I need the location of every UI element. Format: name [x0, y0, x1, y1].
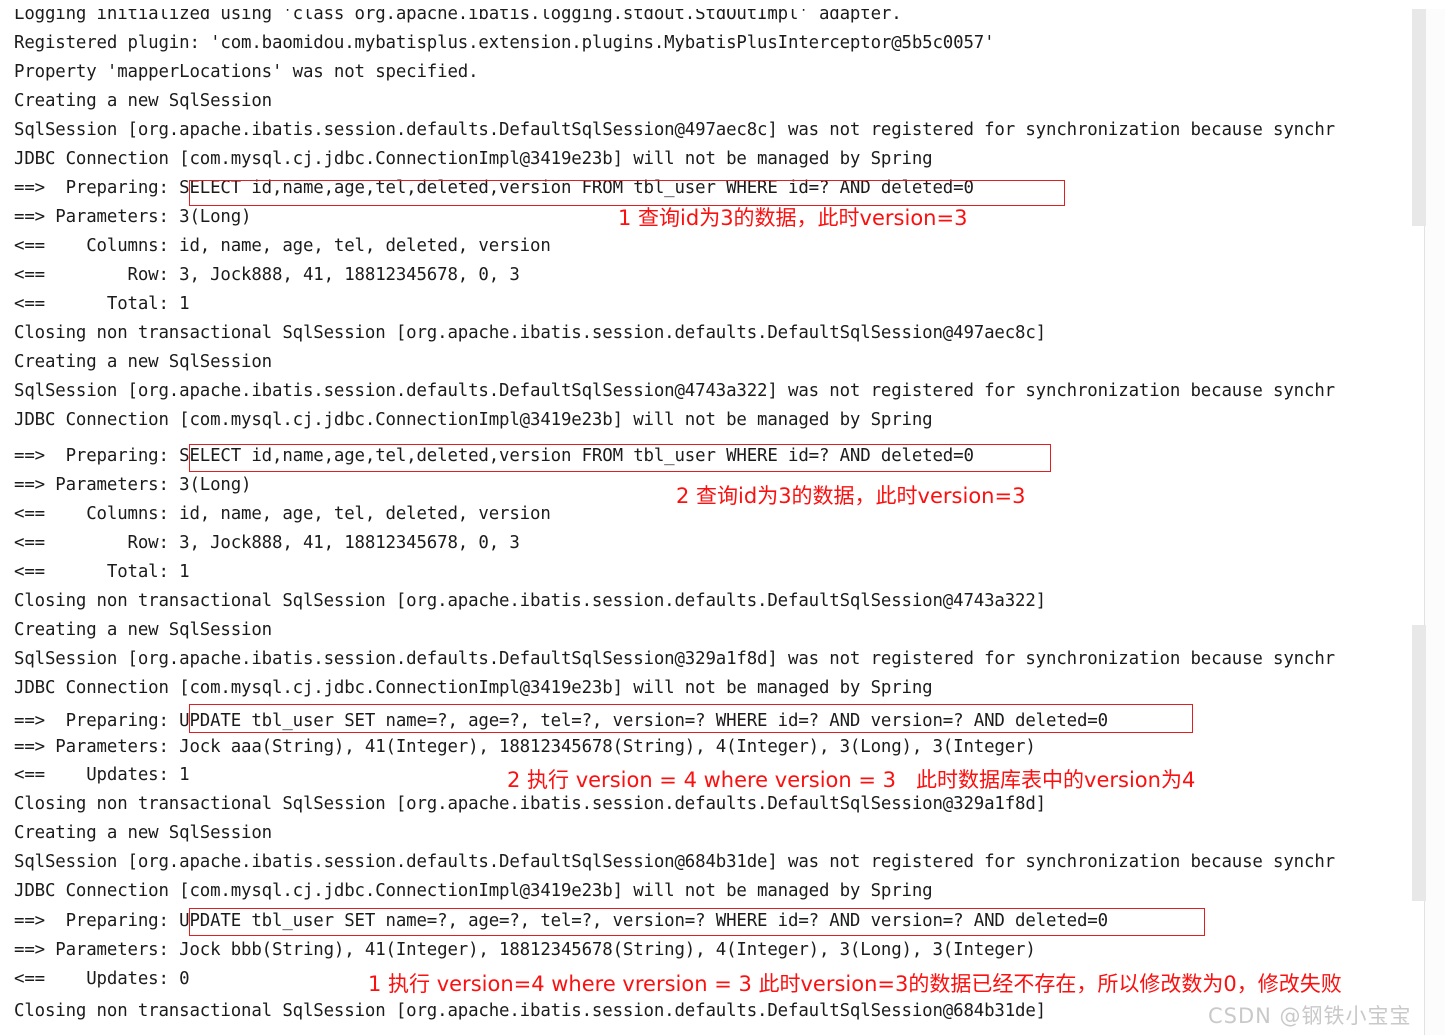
console-output-panel[interactable]: Logging initialized using 'class org.apa… [0, 0, 1445, 1035]
annotation-update-success: 2 执行 version = 4 where version = 3 此时数据库… [507, 768, 1196, 792]
log-line: Property 'mapperLocations' was not speci… [14, 62, 479, 82]
log-line: <== Row: 3, Jock888, 41, 18812345678, 0,… [14, 265, 520, 285]
annotation-select-2: 2 查询id为3的数据，此时version=3 [676, 484, 1026, 508]
log-line: JDBC Connection [com.mysql.cj.jdbc.Conne… [14, 678, 933, 698]
log-line: SqlSession [org.apache.ibatis.session.de… [14, 852, 1335, 872]
vertical-scrollbar-thumb-upper[interactable] [1412, 8, 1426, 226]
log-line: SqlSession [org.apache.ibatis.session.de… [14, 649, 1335, 669]
log-line: Closing non transactional SqlSession [or… [14, 323, 1047, 343]
log-line: Closing non transactional SqlSession [or… [14, 1001, 1047, 1021]
annotation-update-fail: 1 执行 version=4 where vrersion = 3 此时vers… [368, 972, 1342, 996]
log-line: ==> Parameters: 3(Long) [14, 207, 252, 227]
log-line: <== Columns: id, name, age, tel, deleted… [14, 504, 551, 524]
log-line-sql-select-1: ==> Preparing: SELECT id,name,age,tel,de… [14, 178, 974, 198]
log-line: Creating a new SqlSession [14, 352, 273, 372]
log-line: SqlSession [org.apache.ibatis.session.de… [14, 120, 1335, 140]
log-line: <== Row: 3, Jock888, 41, 18812345678, 0,… [14, 533, 520, 553]
log-line: ==> Parameters: Jock bbb(String), 41(Int… [14, 940, 1036, 960]
log-line: Creating a new SqlSession [14, 91, 273, 111]
top-clip-mask [0, 0, 1445, 9]
log-line: Creating a new SqlSession [14, 620, 273, 640]
log-line: SqlSession [org.apache.ibatis.session.de… [14, 381, 1335, 401]
log-line: <== Total: 1 [14, 562, 190, 582]
log-line: Closing non transactional SqlSession [or… [14, 591, 1047, 611]
vertical-scrollbar-thumb-lower[interactable] [1412, 625, 1426, 901]
annotation-select-1: 1 查询id为3的数据，此时version=3 [618, 206, 968, 230]
log-line: JDBC Connection [com.mysql.cj.jdbc.Conne… [14, 410, 933, 430]
log-line: <== Updates: 1 [14, 765, 190, 785]
csdn-watermark: CSDN @钢铁小宝宝 [1208, 1004, 1412, 1028]
log-line: ==> Parameters: 3(Long) [14, 475, 252, 495]
log-line: Closing non transactional SqlSession [or… [14, 794, 1047, 814]
log-line: <== Columns: id, name, age, tel, deleted… [14, 236, 551, 256]
log-line: JDBC Connection [com.mysql.cj.jdbc.Conne… [14, 149, 933, 169]
log-line: <== Updates: 0 [14, 969, 190, 989]
log-line: ==> Parameters: Jock aaa(String), 41(Int… [14, 737, 1036, 757]
log-line: Registered plugin: 'com.baomidou.mybatis… [14, 33, 995, 53]
log-line: <== Total: 1 [14, 294, 190, 314]
log-line: Creating a new SqlSession [14, 823, 273, 843]
log-line: JDBC Connection [com.mysql.cj.jdbc.Conne… [14, 881, 933, 901]
log-line-sql-update-2: ==> Preparing: UPDATE tbl_user SET name=… [14, 911, 1108, 931]
log-line-sql-select-2: ==> Preparing: SELECT id,name,age,tel,de… [14, 446, 974, 466]
log-line-sql-update-1: ==> Preparing: UPDATE tbl_user SET name=… [14, 711, 1108, 731]
vertical-scrollbar-track[interactable] [1424, 0, 1445, 1035]
